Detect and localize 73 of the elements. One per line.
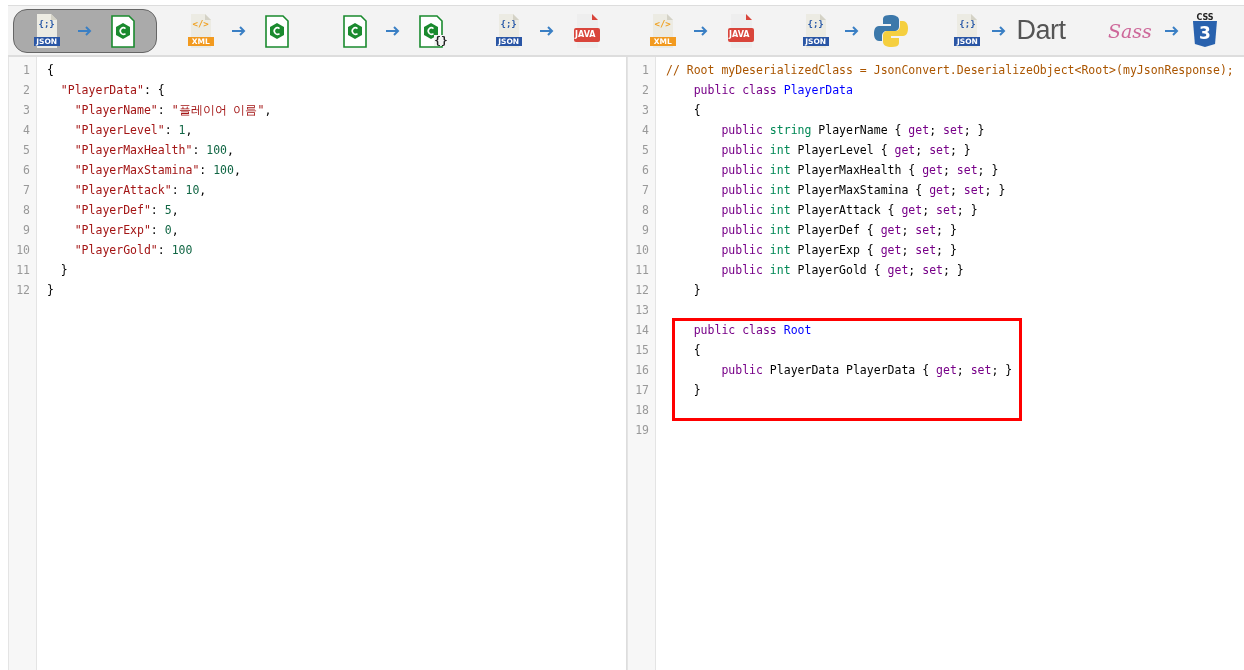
line-number: 11 [15,262,31,279]
code-line: { [47,63,54,77]
line-number: 6 [641,162,650,179]
line-number: 15 [634,342,650,359]
arrow-icon [385,24,401,37]
line-number: 3 [641,102,650,119]
line-number: 7 [641,182,650,199]
dart-logo: Dart [1016,15,1066,46]
code-line: public int PlayerMaxStamina { get; set; } [720,183,1006,197]
line-number: 7 [22,182,31,199]
code-line: "PlayerData": { [59,83,165,97]
line-number: 5 [641,142,650,159]
line-number: 8 [641,202,650,219]
line-number: 2 [22,82,31,99]
converter-option[interactable]: {} [321,8,465,53]
line-number: 12 [15,282,31,299]
code-line: public int PlayerLevel { get; set; } [720,143,971,157]
code-line: } [59,263,68,277]
line-number: 5 [22,142,31,159]
code-line: public PlayerData PlayerData { get; set; } [720,363,1013,377]
csharp-file-icon: {} [416,12,447,49]
line-number: 4 [22,122,31,139]
code-line: public int PlayerDef { get; set; } [720,223,957,237]
code-line: public class Root [692,323,812,337]
line-number: 16 [634,362,650,379]
line-number: 4 [641,122,650,139]
line-number: 13 [634,302,650,319]
code-line: "PlayerDef": 5, [73,203,179,217]
line-number: 2 [641,82,650,99]
code-line: } [692,383,701,397]
line-number: 17 [634,382,650,399]
converter-option[interactable]: Sass CSS 3 [1091,8,1235,53]
code-line: { [692,103,701,117]
python-logo-icon [873,12,910,49]
line-number: 6 [22,162,31,179]
code-line: "PlayerName": "플레이어 이름", [73,103,272,117]
code-line: public int PlayerAttack { get; set; } [720,203,978,217]
code-line: } [47,283,54,297]
line-number: 9 [22,222,31,239]
code-line: "PlayerMaxStamina": 100, [73,163,241,177]
line-number: 1 [641,62,650,79]
code-line: public int PlayerExp { get; set; } [720,243,957,257]
line-number: 10 [634,242,650,259]
line-number: 14 [634,322,650,339]
line-number: 19 [634,422,650,439]
line-number: 9 [641,222,650,239]
code-line: "PlayerExp": 0, [73,223,179,237]
code-line: "PlayerAttack": 10, [73,183,207,197]
line-number: 1 [22,62,31,79]
code-line: // Root myDeserializedClass = JsonConvert.DeserializeObject<Root>(myJsonResponse); [666,63,1234,77]
line-number: 10 [15,242,31,259]
code-line: } [692,283,701,297]
sass-logo: Sass [1108,19,1152,42]
code-line: public int PlayerMaxHealth { get; set; } [720,163,999,177]
code-line: "PlayerGold": 100 [73,243,193,257]
line-number: 12 [634,282,650,299]
line-number: 3 [22,102,31,119]
arrow-icon [231,24,247,37]
arrow-icon [693,24,709,37]
arrow-icon [1163,24,1180,37]
code-line: { [692,343,701,357]
code-line: "PlayerLevel": 1, [73,123,193,137]
code-line: "PlayerMaxHealth": 100, [73,143,234,157]
arrow-icon [844,24,860,37]
arrow-icon [991,24,1008,37]
code-line: public int PlayerGold { get; set; } [720,263,964,277]
arrow-icon [539,24,555,37]
code-line: public string PlayerName { get; set; } [720,123,985,137]
line-number: 18 [634,402,650,419]
line-number: 11 [634,262,650,279]
line-number: 8 [22,202,31,219]
code-line: public class PlayerData [692,83,853,97]
arrow-icon [77,24,93,37]
